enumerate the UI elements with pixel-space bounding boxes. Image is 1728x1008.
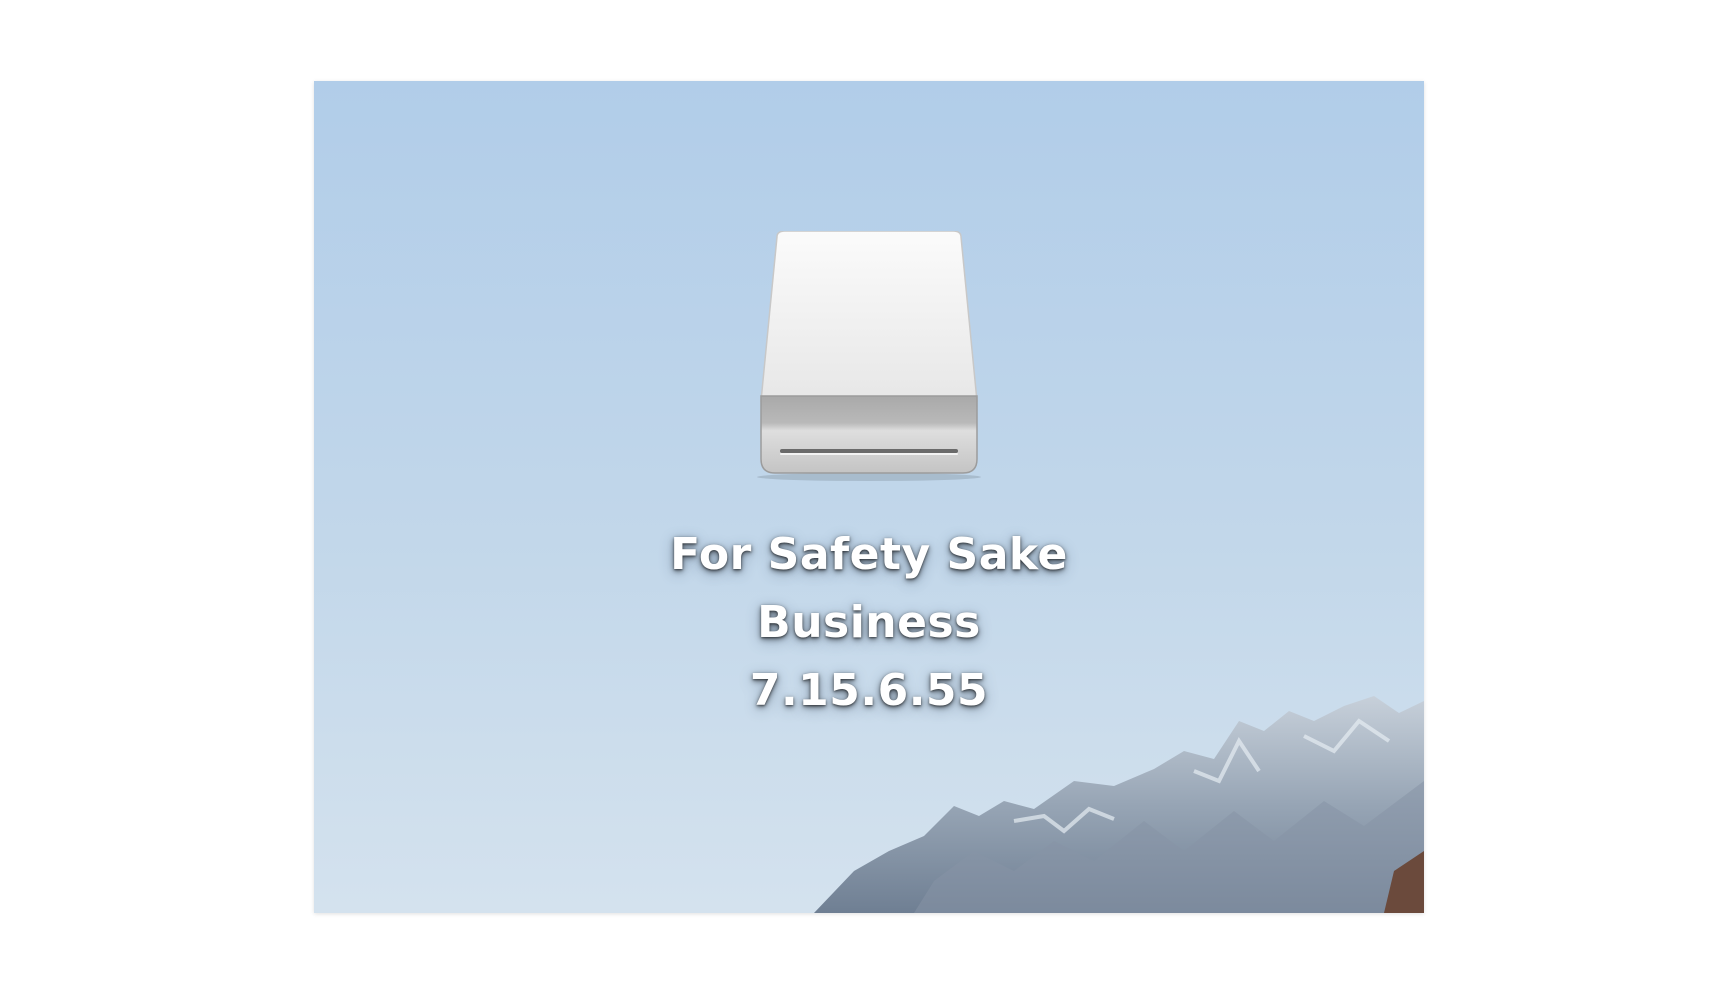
disk-label-line2: Business 7.15.6.55 (749, 597, 989, 716)
disk-label-line1: For Safety Sake (670, 529, 1068, 580)
external-drive-icon[interactable] (749, 231, 989, 481)
desktop-disk-item[interactable]: For Safety Sake Business 7.15.6.55 (639, 231, 1099, 716)
disk-label: For Safety Sake Business 7.15.6.55 (639, 521, 1099, 725)
desktop-screenshot-frame: For Safety Sake Business 7.15.6.55 (314, 81, 1424, 913)
